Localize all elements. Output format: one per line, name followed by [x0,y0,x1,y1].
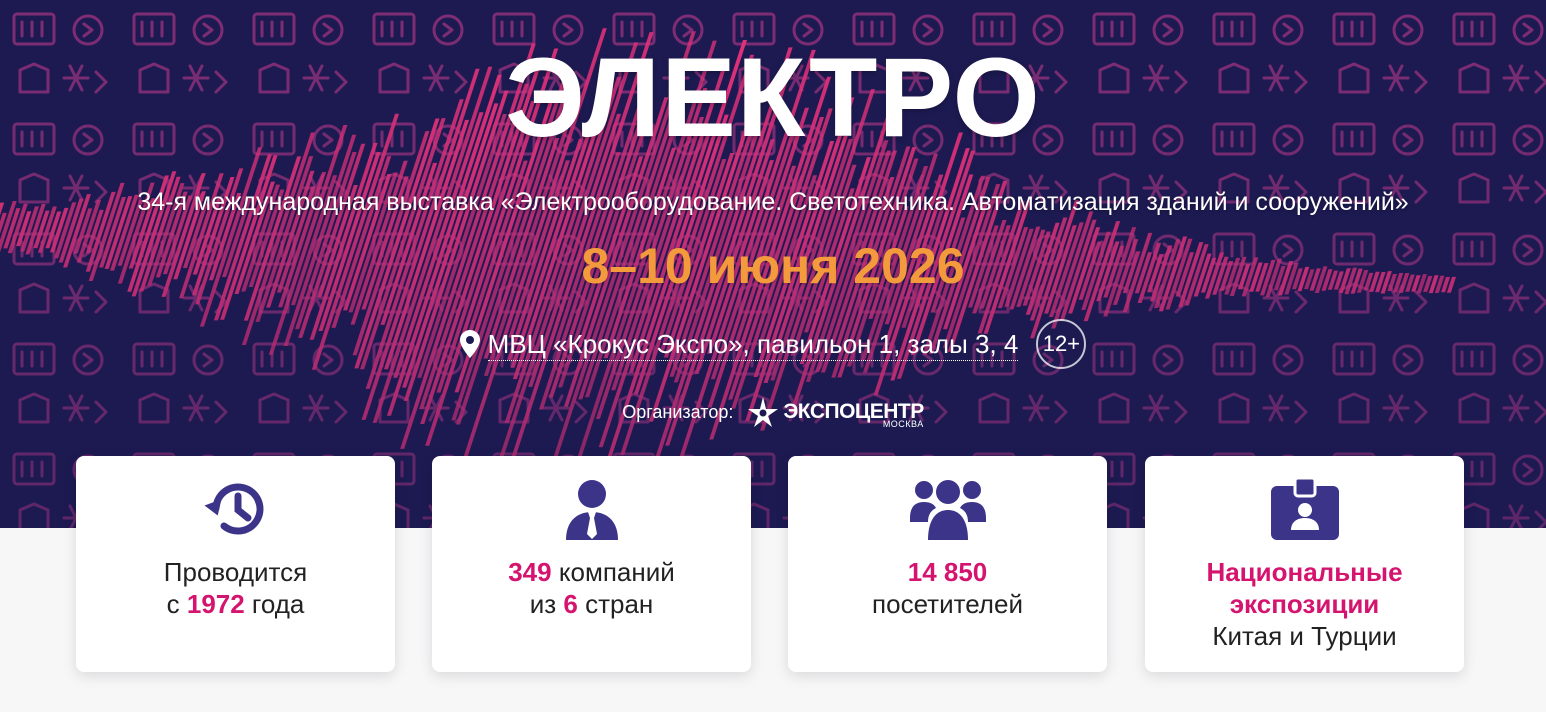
stat-prefix: с [166,589,187,619]
stat-value: 1972 [186,589,245,619]
organizer-label: Организатор: [622,401,734,422]
stat-suffix: компаний [551,557,675,587]
stat-text-history: Проводится с 1972 года [76,556,395,620]
stat-line: 349 компаний [432,556,751,588]
venue-link[interactable]: МВЦ «Крокус Экспо», павильон 1, залы 3, … [487,328,1019,361]
stat-line-highlight: Национальные [1206,557,1403,587]
expocentre-logo[interactable]: ЭКСПОЦЕНТР МОСКВА [747,392,924,432]
stat-card-history: Проводится с 1972 года [76,456,395,672]
event-title: ЭЛЕКТРО [505,35,1041,160]
history-icon [203,483,263,535]
hero-banner: ЭЛЕКТРО 34-я международная выставка «Эле… [0,0,1546,528]
stat-suffix: стран [577,589,654,619]
event-subtitle: 34-я международная выставка «Электрообор… [137,188,1409,216]
stat-suffix: года [244,589,305,619]
organizer-row: Организатор: ЭКСПОЦЕНТР МОСКВА [0,392,1546,432]
organizer-city: МОСКВА [882,419,924,429]
group-icon [909,480,986,540]
stat-text-visitors: 14 850 посетителей [788,556,1107,620]
stat-line: посетителей [872,589,1023,619]
stat-line-highlight: экспозиции [1229,589,1380,619]
stat-text-companies: 349 компаний из 6 стран [432,556,751,620]
stat-line: Проводится [163,557,308,587]
stat-value: 349 [508,557,552,587]
stat-card-companies: 349 компаний из 6 стран [432,456,751,672]
stat-card-expositions: Национальные экспозиции Китая и Турции [1145,456,1464,672]
stat-prefix: из [529,589,564,619]
expocentre-star-icon [748,397,779,427]
stat-line: из 6 стран [432,588,751,620]
stat-value: 14 850 [907,557,988,587]
stat-text-expositions: Национальные экспозиции Китая и Турции [1145,556,1464,652]
location-pin-icon [459,330,480,358]
venue-row: МВЦ «Крокус Экспо», павильон 1, залы 3, … [0,318,1546,370]
businessman-icon [565,480,618,540]
stat-card-visitors: 14 850 посетителей [788,456,1107,672]
stat-line: с 1972 года [76,588,395,620]
age-rating-badge: 12+ [1036,319,1087,369]
event-dates: 8–10 июня 2026 [581,238,965,294]
stat-value: 6 [563,589,578,619]
stat-line: Китая и Турции [1212,621,1397,651]
badge-icon [1270,478,1339,540]
